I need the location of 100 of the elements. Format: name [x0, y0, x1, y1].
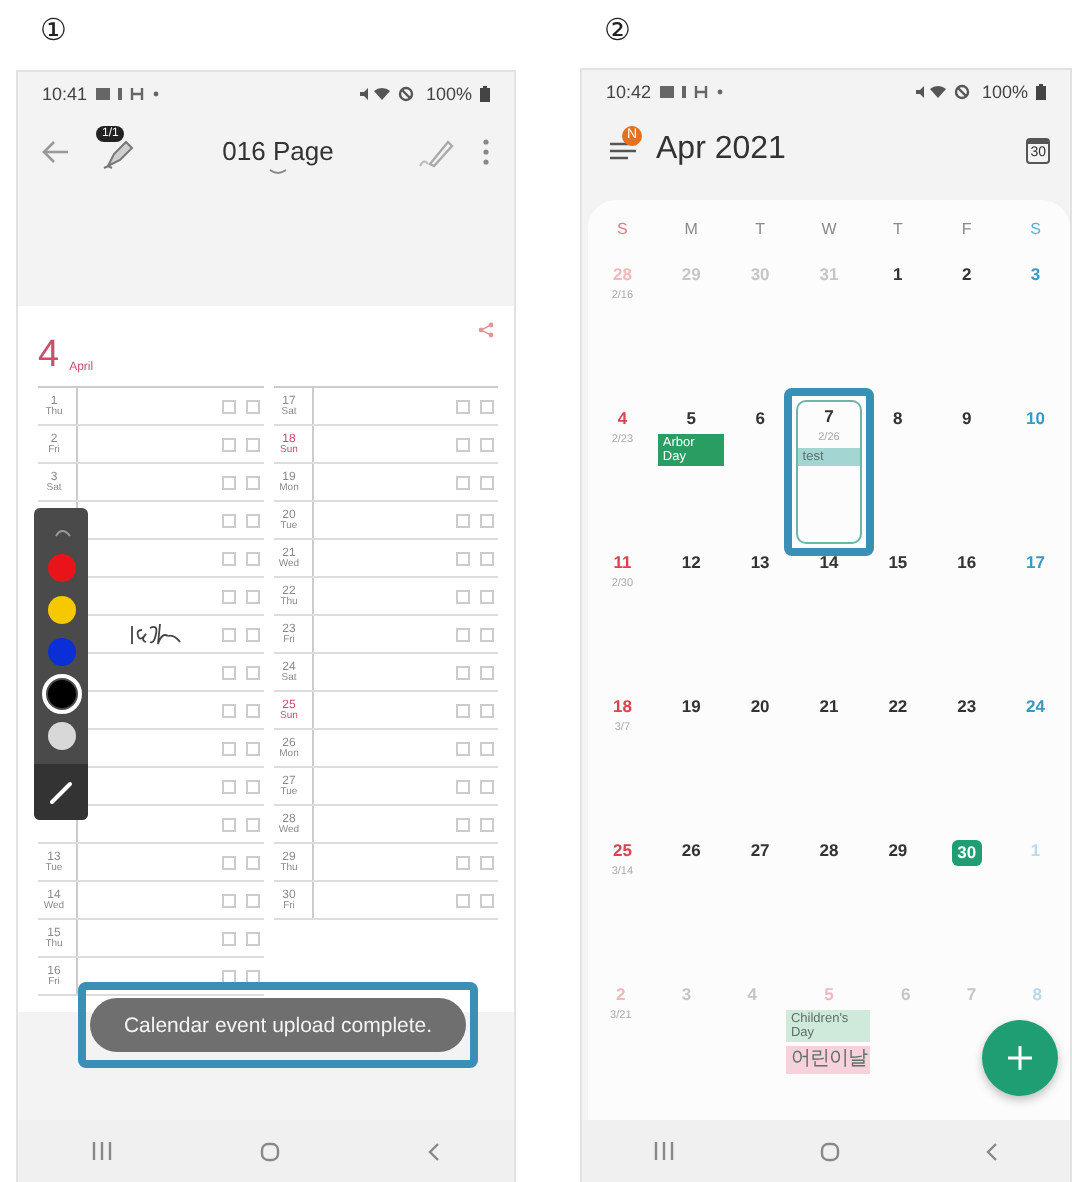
checkbox-icon[interactable] — [245, 551, 259, 565]
checkbox-icon[interactable] — [480, 399, 494, 413]
back-icon[interactable] — [985, 1141, 998, 1161]
checkbox-icon[interactable] — [480, 779, 494, 793]
day-cell[interactable]: 1 — [865, 256, 931, 285]
checkbox-icon[interactable] — [456, 855, 470, 869]
checkbox-icon[interactable] — [221, 931, 235, 945]
checkbox-icon[interactable] — [245, 475, 259, 489]
color-swatch[interactable] — [47, 596, 75, 624]
checkbox-icon[interactable] — [456, 399, 470, 413]
day-cell[interactable]: 24 — [1003, 688, 1068, 717]
checkbox-icon[interactable] — [245, 703, 259, 717]
checkbox-icon[interactable] — [480, 437, 494, 451]
pen-button[interactable] — [34, 764, 88, 820]
checkbox-icon[interactable] — [221, 475, 235, 489]
checkbox-icon[interactable] — [480, 475, 494, 489]
checkbox-icon[interactable] — [221, 513, 235, 527]
pen-icon[interactable] — [418, 136, 454, 168]
checkbox-icon[interactable] — [221, 703, 235, 717]
share-icon[interactable] — [478, 322, 494, 338]
day-cell[interactable]: 13 — [727, 544, 793, 573]
checkbox-icon[interactable] — [480, 627, 494, 641]
checkbox-icon[interactable] — [245, 817, 259, 831]
back-icon[interactable] — [42, 140, 70, 164]
day-cell[interactable]: 9 — [934, 400, 1000, 429]
day-cell[interactable]: 8 — [865, 400, 931, 429]
checkbox-icon[interactable] — [456, 475, 470, 489]
color-swatch[interactable] — [47, 722, 75, 750]
checkbox-icon[interactable] — [456, 893, 470, 907]
checkbox-icon[interactable] — [245, 437, 259, 451]
page-title[interactable]: 016 Page — [222, 136, 334, 166]
recents-icon[interactable] — [654, 1142, 675, 1160]
checkbox-icon[interactable] — [245, 855, 259, 869]
checkbox-icon[interactable] — [221, 817, 235, 831]
menu-icon[interactable] — [610, 139, 636, 161]
add-event-button[interactable] — [982, 1020, 1058, 1096]
day-cell[interactable]: 21 — [796, 688, 862, 717]
day-cell[interactable]: 23 — [934, 688, 1000, 717]
day-cell[interactable]: 10 — [1003, 400, 1068, 429]
checkbox-icon[interactable] — [456, 627, 470, 641]
day-cell[interactable]: 15 — [865, 544, 931, 573]
checkbox-icon[interactable] — [480, 893, 494, 907]
checkbox-icon[interactable] — [480, 589, 494, 603]
day-cell[interactable]: 3 — [1003, 256, 1068, 285]
home-icon[interactable] — [260, 1141, 280, 1161]
day-cell[interactable]: 12 — [658, 544, 724, 573]
day-cell[interactable]: 2 — [934, 256, 1000, 285]
checkbox-icon[interactable] — [221, 741, 235, 755]
recents-icon[interactable] — [92, 1142, 112, 1160]
event-tag[interactable]: 어린이날 — [786, 1046, 871, 1074]
day-cell[interactable]: 17 — [1003, 544, 1068, 573]
checkbox-icon[interactable] — [456, 779, 470, 793]
day-cell[interactable]: 19 — [658, 688, 724, 717]
checkbox-icon[interactable] — [480, 855, 494, 869]
day-cell[interactable]: 30 — [934, 832, 1000, 865]
checkbox-icon[interactable] — [245, 741, 259, 755]
checkbox-icon[interactable] — [221, 855, 235, 869]
color-swatch[interactable] — [47, 638, 75, 666]
checkbox-icon[interactable] — [480, 817, 494, 831]
checkbox-icon[interactable] — [245, 399, 259, 413]
day-cell[interactable]: 16 — [934, 544, 1000, 573]
checkbox-icon[interactable] — [221, 969, 235, 983]
checkbox-icon[interactable] — [221, 551, 235, 565]
checkbox-icon[interactable] — [456, 703, 470, 717]
day-cell[interactable]: 29 — [865, 832, 931, 861]
more-icon[interactable] — [482, 138, 490, 166]
checkbox-icon[interactable] — [245, 589, 259, 603]
home-icon[interactable] — [819, 1141, 840, 1161]
checkbox-icon[interactable] — [456, 741, 470, 755]
checkbox-icon[interactable] — [221, 437, 235, 451]
day-cell[interactable]: 27 — [727, 832, 793, 861]
checkbox-icon[interactable] — [245, 931, 259, 945]
chevron-down-icon[interactable] — [268, 168, 288, 176]
back-icon[interactable] — [428, 1141, 440, 1161]
checkbox-icon[interactable] — [221, 627, 235, 641]
day-cell[interactable]: 20 — [727, 688, 793, 717]
checkbox-icon[interactable] — [221, 399, 235, 413]
color-swatch[interactable] — [47, 680, 75, 708]
day-cell[interactable]: 28 — [796, 832, 862, 861]
checkbox-icon[interactable] — [245, 893, 259, 907]
day-cell[interactable]: 22 — [865, 688, 931, 717]
checkbox-icon[interactable] — [456, 589, 470, 603]
checkbox-icon[interactable] — [456, 513, 470, 527]
checkbox-icon[interactable] — [221, 589, 235, 603]
checkbox-icon[interactable] — [480, 551, 494, 565]
checkbox-icon[interactable] — [245, 513, 259, 527]
checkbox-icon[interactable] — [456, 665, 470, 679]
checkbox-icon[interactable] — [221, 893, 235, 907]
checkbox-icon[interactable] — [221, 779, 235, 793]
day-cell[interactable]: 14 — [796, 544, 862, 573]
day-cell[interactable]: 6 — [727, 400, 793, 429]
checkbox-icon[interactable] — [245, 969, 259, 983]
checkbox-icon[interactable] — [245, 779, 259, 793]
checkbox-icon[interactable] — [480, 513, 494, 527]
color-swatch[interactable] — [47, 554, 75, 582]
checkbox-icon[interactable] — [480, 665, 494, 679]
checkbox-icon[interactable] — [480, 703, 494, 717]
day-cell[interactable]: 26 — [658, 832, 724, 861]
checkbox-icon[interactable] — [245, 665, 259, 679]
checkbox-icon[interactable] — [456, 437, 470, 451]
